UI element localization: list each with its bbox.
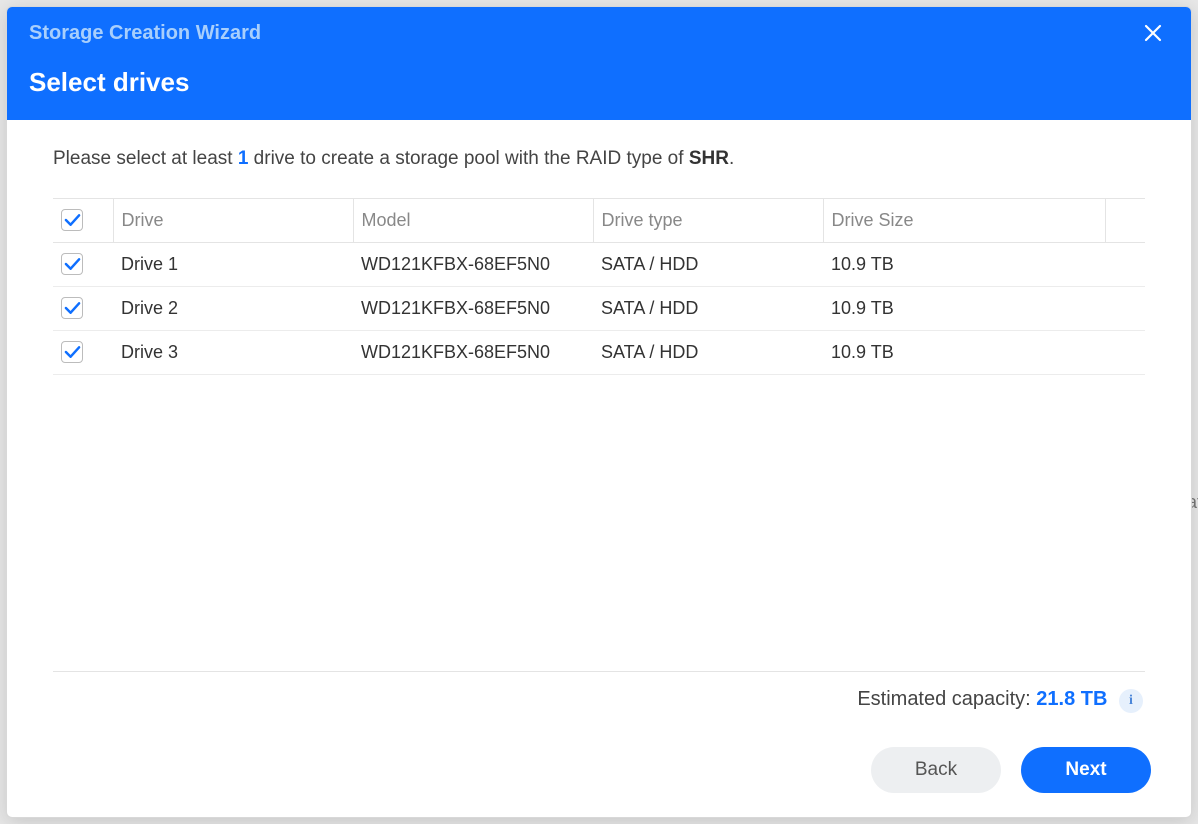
instruction-mid: drive to create a storage pool with the … [248,148,688,169]
cell-size: 10.9 TB [823,331,1105,375]
instruction-count: 1 [238,148,249,169]
column-header-model[interactable]: Model [353,199,593,243]
wizard-modal: Storage Creation Wizard Select drives Pl… [6,6,1192,818]
row-checkbox[interactable] [61,341,83,363]
cell-model: WD121KFBX-68EF5N0 [353,287,593,331]
cell-type: SATA / HDD [593,331,823,375]
capacity-value: 21.8 TB [1036,688,1107,710]
close-icon [1144,24,1162,42]
cell-type: SATA / HDD [593,287,823,331]
cell-model: WD121KFBX-68EF5N0 [353,331,593,375]
instruction-prefix: Please select at least [53,148,238,169]
instruction-suffix: . [729,148,734,169]
table-row[interactable]: Drive 3WD121KFBX-68EF5N0SATA / HDD10.9 T… [53,331,1145,375]
select-all-checkbox[interactable] [61,209,83,231]
row-checkbox[interactable] [61,253,83,275]
capacity-label: Estimated capacity: [857,688,1036,710]
table-row[interactable]: Drive 1WD121KFBX-68EF5N0SATA / HDD10.9 T… [53,243,1145,287]
close-button[interactable] [1137,17,1169,49]
cell-drive: Drive 1 [113,243,353,287]
check-icon [64,257,81,271]
info-icon[interactable]: i [1119,689,1143,713]
cell-drive: Drive 2 [113,287,353,331]
row-checkbox[interactable] [61,297,83,319]
cell-size: 10.9 TB [823,243,1105,287]
instruction-text: Please select at least 1 drive to create… [53,148,1145,170]
next-button[interactable]: Next [1021,747,1151,793]
wizard-footer: Back Next [7,729,1191,817]
drives-table: Drive Model Drive type Drive Size Drive … [53,198,1145,375]
check-icon [64,213,81,227]
cell-drive: Drive 3 [113,331,353,375]
instruction-raid-type: SHR [689,148,729,169]
check-icon [64,345,81,359]
column-header-type[interactable]: Drive type [593,199,823,243]
check-icon [64,301,81,315]
cell-type: SATA / HDD [593,243,823,287]
step-title: Select drives [29,67,1169,98]
wizard-title: Storage Creation Wizard [29,22,261,45]
wizard-content: Please select at least 1 drive to create… [7,120,1191,729]
column-header-size[interactable]: Drive Size [823,199,1105,243]
table-row[interactable]: Drive 2WD121KFBX-68EF5N0SATA / HDD10.9 T… [53,287,1145,331]
cell-size: 10.9 TB [823,287,1105,331]
capacity-summary: Estimated capacity: 21.8 TB i [53,671,1145,719]
column-header-drive[interactable]: Drive [113,199,353,243]
cell-model: WD121KFBX-68EF5N0 [353,243,593,287]
back-button[interactable]: Back [871,747,1001,793]
table-header-row: Drive Model Drive type Drive Size [53,199,1145,243]
wizard-header: Storage Creation Wizard Select drives [7,7,1191,120]
